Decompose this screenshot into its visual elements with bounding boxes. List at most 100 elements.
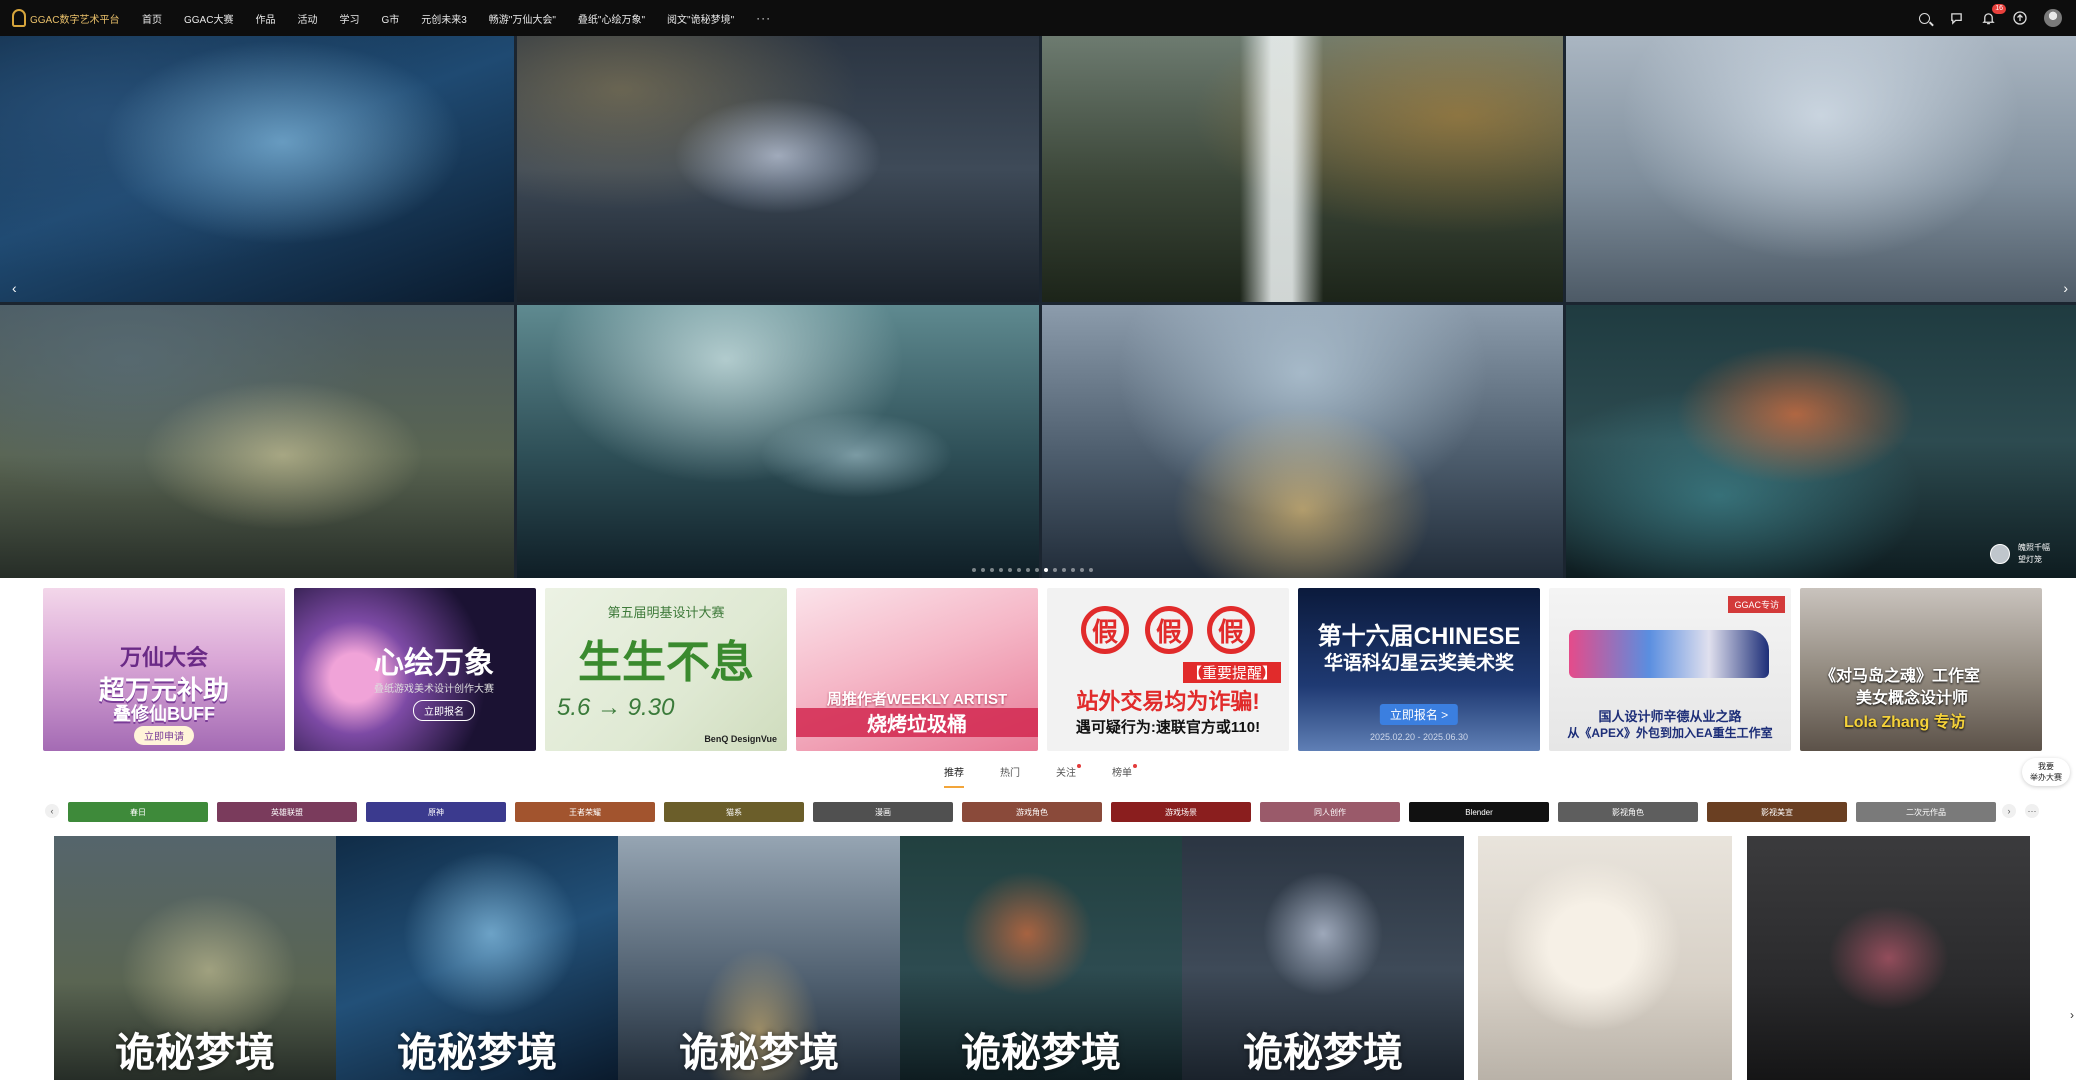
category-chip[interactable]: 游戏场景: [1111, 802, 1251, 822]
category-chip[interactable]: Blender: [1409, 802, 1549, 822]
category-chip[interactable]: 英雄联盟: [217, 802, 357, 822]
carousel-dot[interactable]: [1071, 568, 1075, 572]
hero-tile-1[interactable]: [0, 36, 514, 302]
banner-benq[interactable]: 第五届明基设计大赛 生生不息 5.6 → 9.30 BenQ DesignVue: [545, 588, 787, 751]
carousel-dot[interactable]: [1089, 568, 1093, 572]
tab-label: 热门: [1000, 768, 1020, 779]
banner-wanxian-sub: 叠修仙BUFF: [113, 704, 215, 724]
banner-xinhui-button[interactable]: 立即报名: [413, 700, 475, 721]
banner-weekly-artist[interactable]: 周推作者WEEKLY ARTIST 烧烤垃圾桶: [796, 588, 1038, 751]
site-logo[interactable]: GGAC数字艺术平台: [12, 9, 142, 27]
banner-nebula-awards[interactable]: 第十六届CHINESE 华语科幻星云奖美术奖 立即报名 > 2025.02.20…: [1298, 588, 1540, 751]
carousel-dot[interactable]: [1080, 568, 1084, 572]
search-icon[interactable]: [1916, 10, 1932, 26]
artwork-card[interactable]: 诡秘梦境: [900, 836, 1182, 1080]
carousel-dot[interactable]: [1035, 568, 1039, 572]
artwork-watermark: 诡秘梦境: [397, 1029, 557, 1076]
artwork-card[interactable]: 诡秘梦境: [54, 836, 336, 1080]
category-chip[interactable]: 二次元作品: [1856, 802, 1996, 822]
feed-tabs: 推荐 热门 关注 榜单: [0, 764, 2076, 788]
category-chip[interactable]: 影视角色: [1558, 802, 1698, 822]
nav-menu: 首页 GGAC大赛 作品 活动 学习 G市 元创未来3 畅游"万仙大会" 叠纸"…: [142, 11, 771, 26]
upload-icon[interactable]: [2012, 10, 2028, 26]
bell-icon[interactable]: 16: [1980, 4, 2006, 26]
tab-recommend[interactable]: 推荐: [944, 764, 964, 788]
hero-tile-6[interactable]: [517, 305, 1039, 578]
carousel-dot[interactable]: [1026, 568, 1030, 572]
nav-more-icon[interactable]: ···: [756, 11, 771, 25]
artwork-card[interactable]: 诡秘梦境: [618, 836, 900, 1080]
banner-benq-brand: BenQ DesignVue: [704, 734, 777, 744]
carousel-dot[interactable]: [1017, 568, 1021, 572]
category-chip[interactable]: 春日: [68, 802, 208, 822]
nav-item-home[interactable]: 首页: [142, 11, 162, 26]
scroll-right-icon[interactable]: ›: [2070, 1008, 2074, 1022]
carousel-dot[interactable]: [1008, 568, 1012, 572]
artwork-card[interactable]: [1478, 836, 1732, 1080]
hero-tile-2[interactable]: [517, 36, 1039, 302]
banner-anti-fraud[interactable]: 假 假 假 【重要提醒】 站外交易均为诈骗! 遇可疑行为:速联官方或110!: [1047, 588, 1289, 751]
banner-weekly-sub: 周推作者WEEKLY ARTIST: [826, 691, 1008, 708]
tab-hot[interactable]: 热门: [1000, 764, 1020, 788]
hero-prev-arrow-icon[interactable]: ‹: [12, 280, 17, 296]
artwork-card[interactable]: 诡秘梦境: [1182, 836, 1464, 1080]
category-next-icon[interactable]: ›: [2002, 804, 2016, 818]
hero-tile-5[interactable]: [0, 305, 514, 578]
category-chip[interactable]: 王者荣耀: [515, 802, 655, 822]
artwork-card[interactable]: [1747, 836, 2030, 1080]
hero-tile-8[interactable]: [1566, 305, 2076, 578]
artwork-watermark: 诡秘梦境: [115, 1029, 275, 1076]
carousel-dot[interactable]: [972, 568, 976, 572]
nav-item-yuanchuang[interactable]: 元创未来3: [421, 11, 467, 26]
carousel-dots: [972, 568, 1098, 572]
carousel-dot[interactable]: [1062, 568, 1066, 572]
carousel-dot[interactable]: [999, 568, 1003, 572]
banner-xinhui[interactable]: 心绘万象 叠纸游戏美术设计创作大赛 立即报名: [294, 588, 536, 751]
banner-wanxian-button[interactable]: 立即申请: [134, 726, 194, 745]
carousel-dot[interactable]: [981, 568, 985, 572]
nav-item-guimi[interactable]: 阅文"诡秘梦境": [667, 11, 734, 26]
logo-text: GGAC数字艺术平台: [30, 14, 120, 26]
banner-fraud-alert: 【重要提醒】: [1182, 662, 1281, 683]
nav-item-works[interactable]: 作品: [255, 11, 275, 26]
message-icon[interactable]: [1948, 10, 1964, 26]
artwork-gallery: 诡秘梦境 诡秘梦境 诡秘梦境 诡秘梦境 诡秘梦境: [54, 836, 2030, 1080]
host-contest-button[interactable]: 我要 举办大赛: [2022, 758, 2070, 786]
banner-nebula-button[interactable]: 立即报名 >: [1379, 704, 1459, 725]
nav-item-xinhui[interactable]: 叠纸"心绘万象": [578, 11, 645, 26]
carousel-dot[interactable]: [990, 568, 994, 572]
nav-item-learn[interactable]: 学习: [339, 11, 359, 26]
category-chip[interactable]: 同人创作: [1260, 802, 1400, 822]
notification-badge: 16: [1992, 4, 2006, 14]
hero-tile-7[interactable]: [1042, 305, 1563, 578]
artwork-card[interactable]: 诡秘梦境: [336, 836, 618, 1080]
carousel-dot[interactable]: [1053, 568, 1057, 572]
nav-item-events[interactable]: 活动: [297, 11, 317, 26]
banner-tsushima-title: 《对马岛之魂》工作室: [1820, 668, 1981, 685]
nav-item-market[interactable]: G市: [381, 11, 399, 26]
category-chip[interactable]: 游戏角色: [962, 802, 1102, 822]
category-chip[interactable]: 漫画: [813, 802, 953, 822]
category-chip[interactable]: 原神: [366, 802, 506, 822]
hero-next-arrow-icon[interactable]: ›: [2063, 280, 2068, 296]
host-contest-line1: 我要: [2038, 762, 2054, 771]
tab-following[interactable]: 关注: [1056, 764, 1081, 788]
category-chip[interactable]: 猫系: [664, 802, 804, 822]
carousel-dot-active[interactable]: [1044, 568, 1048, 572]
nav-item-wanxian[interactable]: 畅游"万仙大会": [489, 11, 556, 26]
logo-mark-icon: [12, 9, 26, 27]
banner-tsushima[interactable]: 《对马岛之魂》工作室 美女概念设计师 Lola Zhang 专访: [1800, 588, 2042, 751]
banner-wanxian[interactable]: 万仙大会 超万元补助 叠修仙BUFF 立即申请: [43, 588, 285, 751]
hero-tile-4[interactable]: [1566, 36, 2076, 302]
nav-item-contest[interactable]: GGAC大赛: [184, 11, 233, 26]
category-prev-icon[interactable]: ‹: [45, 804, 59, 818]
category-more-icon[interactable]: ···: [2025, 804, 2039, 818]
user-avatar[interactable]: [2044, 9, 2062, 27]
tab-rankings[interactable]: 榜单: [1112, 764, 1137, 788]
banner-ggac-interview[interactable]: GGAC专访 国人设计师辛德从业之路 从《APEX》外包到加入EA重生工作室: [1549, 588, 1791, 751]
artist-avatar: [1990, 544, 2010, 564]
hero-tile-3[interactable]: [1042, 36, 1563, 302]
hero-artist-credit[interactable]: 魄照千幅 望灯笼: [1990, 542, 2050, 566]
host-contest-line2: 举办大赛: [2030, 773, 2062, 782]
category-chip[interactable]: 影视美宣: [1707, 802, 1847, 822]
